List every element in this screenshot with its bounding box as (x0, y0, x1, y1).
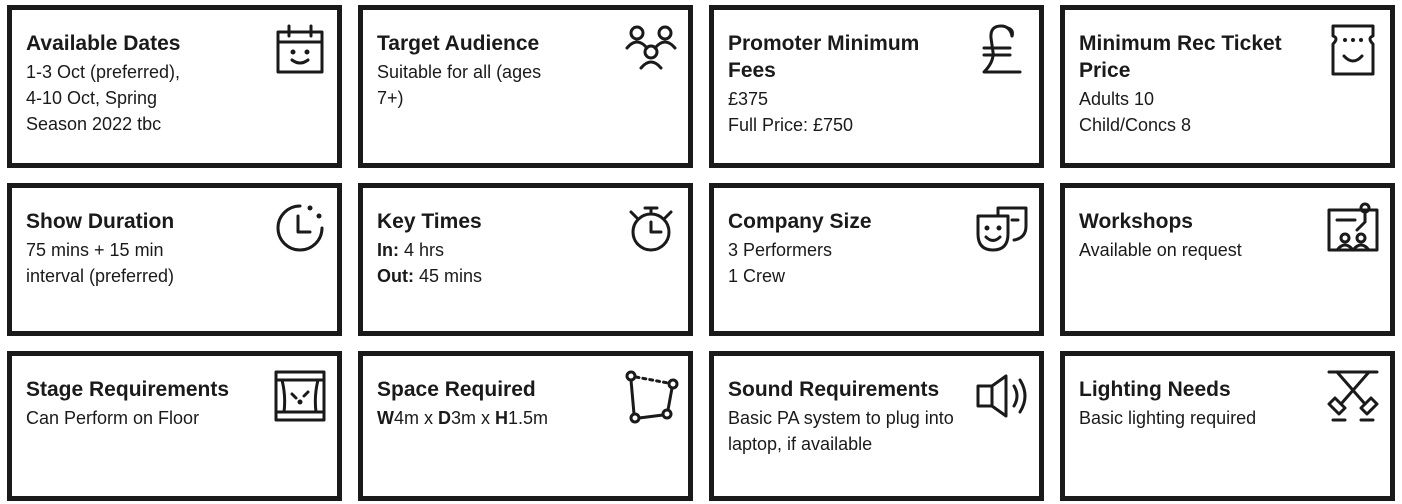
card-ticket-price: Minimum Rec Ticket Price Adults 10 Child… (1060, 5, 1395, 168)
card-stage-requirements: Stage Requirements Can Perform on Floor (7, 351, 342, 501)
info-grid: Available Dates 1-3 Oct (preferred), 4-1… (7, 5, 1395, 501)
dim-label: D (438, 408, 452, 428)
card-company-size: Company Size 3 Performers 1 Crew (709, 183, 1044, 336)
card-title: Space Required (377, 378, 536, 401)
card-title: Workshops (1079, 210, 1193, 233)
workshop-icon (1325, 200, 1381, 256)
dim-label: W (377, 408, 394, 428)
card-sound-requirements: Sound Requirements Basic PA system to pl… (709, 351, 1044, 501)
card-line: 7+) (377, 88, 404, 108)
card-title: Key Times (377, 210, 482, 233)
card-title: Target Audience (377, 32, 540, 55)
card-title: Show Duration (26, 210, 175, 233)
line-label: Out: (377, 266, 414, 286)
stage-icon (272, 368, 328, 424)
audience-icon (623, 22, 679, 78)
card-promoter-fees: Promoter Minimum Fees £375 Full Price: £… (709, 5, 1044, 168)
line-value: 45 mins (413, 266, 483, 286)
card-title: Available Dates (26, 32, 181, 55)
card-lighting-needs: Lighting Needs Basic lighting required (1060, 351, 1395, 501)
card-line: 4-10 Oct, Spring (26, 88, 158, 108)
card-title: Promoter Minimum Fees (728, 32, 920, 82)
card-line: laptop, if available (728, 434, 873, 454)
pound-icon (974, 22, 1030, 78)
dim-value: 4m x (394, 408, 439, 428)
card-line: Adults 10 (1079, 89, 1155, 109)
space-icon (623, 368, 679, 424)
spotlight-icon (1325, 368, 1381, 424)
card-workshops: Workshops Available on request (1060, 183, 1395, 336)
card-target-audience: Target Audience Suitable for all (ages 7… (358, 5, 693, 168)
dim-label: H (495, 408, 509, 428)
card-title: Minimum Rec Ticket Price (1079, 32, 1282, 82)
dim-value: 1.5m (508, 408, 549, 428)
card-line: Out: 45 mins (377, 263, 674, 289)
card-space-required: Space Required W4m x D3m x H1.5m (358, 351, 693, 501)
ticket-icon (1325, 22, 1381, 78)
card-available-dates: Available Dates 1-3 Oct (preferred), 4-1… (7, 5, 342, 168)
card-line: interval (preferred) (26, 266, 175, 286)
card-show-duration: Show Duration 75 mins + 15 min interval … (7, 183, 342, 336)
dim-value: 3m x (451, 408, 496, 428)
line-label: In: (377, 240, 399, 260)
card-title: Sound Requirements (728, 378, 940, 401)
card-line: Full Price: £750 (728, 115, 854, 135)
card-title: Stage Requirements (26, 378, 230, 401)
card-line: 1 Crew (728, 266, 786, 286)
card-key-times: Key Times In: 4 hrs Out: 45 mins (358, 183, 693, 336)
card-line: Season 2022 tbc (26, 114, 162, 134)
speaker-icon (974, 368, 1030, 424)
card-line: £375 (728, 89, 769, 109)
calendar-icon (272, 22, 328, 78)
line-value: 4 hrs (399, 240, 445, 260)
stopwatch-icon (623, 200, 679, 256)
card-title: Company Size (728, 210, 872, 233)
card-title: Lighting Needs (1079, 378, 1231, 401)
theatre-mask-icon (974, 200, 1030, 256)
card-line: Child/Concs 8 (1079, 115, 1192, 135)
clock-icon (272, 200, 328, 256)
